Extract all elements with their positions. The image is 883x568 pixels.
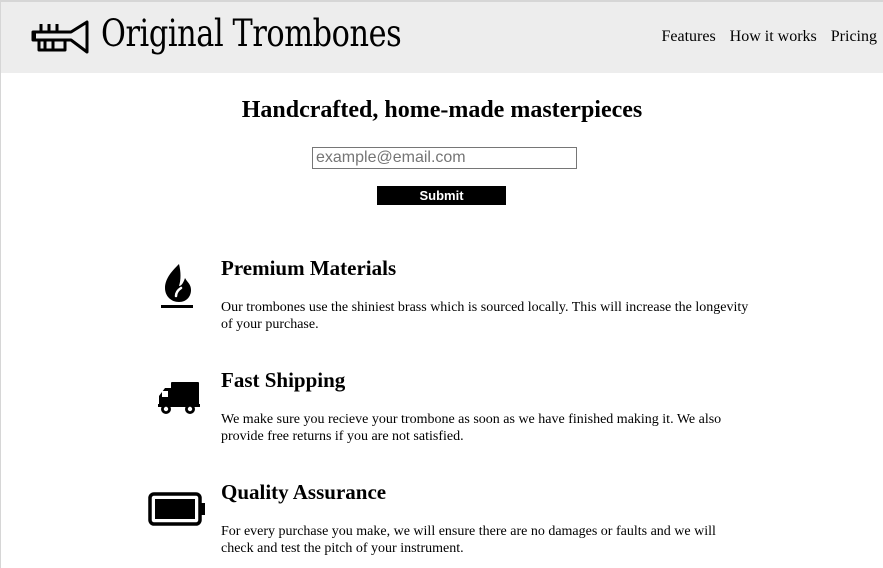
email-input[interactable] xyxy=(312,147,577,169)
feature-description: Our trombones use the shiniest brass whi… xyxy=(221,300,749,332)
feature-description: For every purchase you make, we will ens… xyxy=(221,524,716,556)
feature-title: Premium Materials xyxy=(221,256,397,280)
feature-description: We make sure you recieve your trombone a… xyxy=(221,412,722,444)
logo-text: Original Trombones xyxy=(101,12,402,55)
site-header: Original Trombones Features How it works… xyxy=(1,2,883,73)
feature-title: Quality Assurance xyxy=(221,480,387,504)
truck-icon xyxy=(158,382,200,414)
trombone-icon[interactable] xyxy=(31,18,91,56)
battery-full-icon xyxy=(148,492,205,526)
nav-link-how-it-works[interactable]: How it works xyxy=(730,28,817,46)
submit-button[interactable]: Submit xyxy=(377,186,506,205)
nav-link-pricing[interactable]: Pricing xyxy=(831,28,877,46)
fire-icon xyxy=(161,264,193,308)
main-nav: Features How it works Pricing xyxy=(661,28,877,46)
nav-link-features[interactable]: Features xyxy=(661,28,715,46)
landing-page: Original Trombones Features How it works… xyxy=(0,0,883,568)
hero-title: Handcrafted, home-made masterpieces xyxy=(241,97,643,123)
feature-title: Fast Shipping xyxy=(221,368,346,392)
